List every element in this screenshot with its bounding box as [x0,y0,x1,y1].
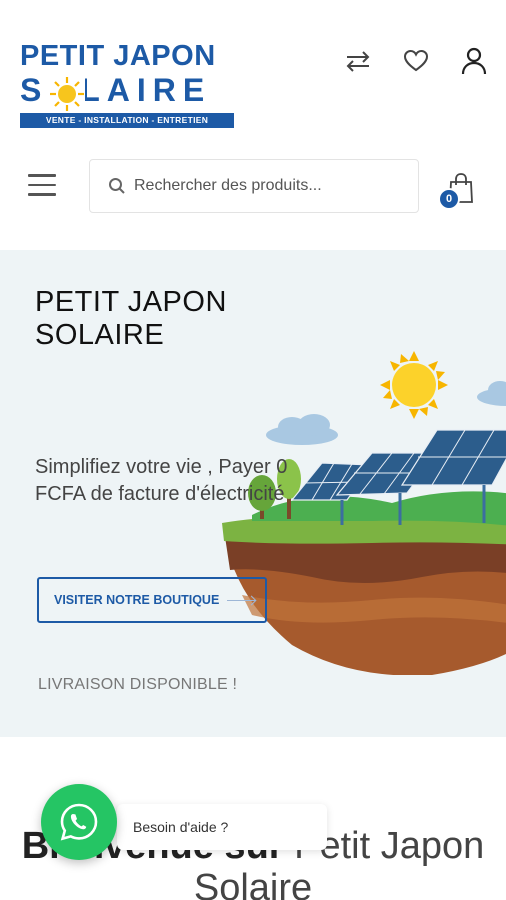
sun-icon [49,76,85,112]
delivery-notice: LIVRAISON DISPONIBLE ! [38,676,238,693]
compare-icon[interactable] [342,45,374,77]
cart-count-badge: 0 [438,188,460,210]
whatsapp-button[interactable] [41,784,117,860]
visit-shop-label: VISITER NOTRE BOUTIQUE [54,593,220,607]
search-icon[interactable] [106,175,128,197]
hero-subtitle: Simplifiez votre vie , Payer 0 FCFA de f… [35,456,288,505]
visit-shop-button[interactable]: VISITER NOTRE BOUTIQUE [37,577,267,623]
search-input[interactable] [134,177,404,195]
site-header: PETIT JAPON SOLAIRE VENTE - INSTALLATION… [0,0,506,250]
solar-island-illustration [222,351,506,675]
brand-logo[interactable]: PETIT JAPON SOLAIRE VENTE - INSTALLATION… [20,40,234,130]
hero-banner: PETIT JAPON SOLAIRE Simplifiez votre vie… [0,250,506,737]
user-icon[interactable] [458,45,490,77]
logo-line1: PETIT JAPON [20,40,216,72]
whatsapp-icon [60,803,98,841]
hamburger-icon[interactable] [28,174,60,202]
arrow-right-icon [227,600,255,601]
search-bar[interactable] [89,159,419,213]
whatsapp-help-label: Besoin d'aide ? [133,819,229,835]
cart-button[interactable]: 0 [438,172,480,210]
logo-tagline: VENTE - INSTALLATION - ENTRETIEN [20,113,234,128]
hero-title: PETIT JAPON SOLAIRE [35,286,227,351]
whatsapp-help-bubble[interactable]: Besoin d'aide ? [117,804,327,850]
heart-icon[interactable] [400,45,432,77]
